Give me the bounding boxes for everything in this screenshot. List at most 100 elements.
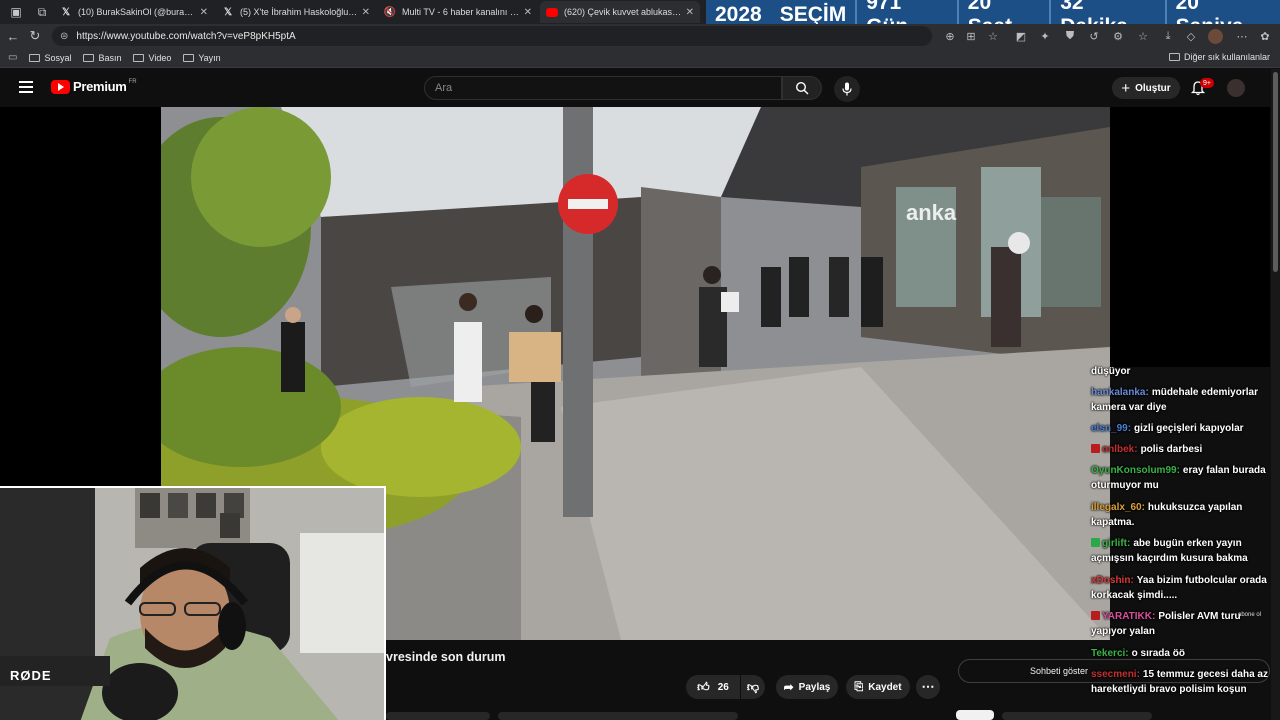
search-input[interactable]: Ara xyxy=(424,76,782,100)
bookmark-folder-video[interactable]: Video xyxy=(133,53,171,63)
chat-message: girlift: abe bugün erken yayın açmışsın k… xyxy=(1091,536,1271,566)
logo-text: Premium xyxy=(73,79,127,94)
tab-title: (10) BurakSakinOl (@buraktut_) / X xyxy=(78,7,196,17)
close-icon[interactable]: ✕ xyxy=(200,7,208,18)
security-icon[interactable]: ◇ xyxy=(1184,29,1198,43)
close-icon[interactable]: ✕ xyxy=(686,7,694,18)
subscriber-badge-icon xyxy=(1091,611,1100,620)
create-button[interactable]: + Oluştur xyxy=(1112,77,1180,99)
extension-icon[interactable]: ✦ xyxy=(1038,29,1052,43)
back-icon[interactable]: ← xyxy=(2,25,24,47)
browser-tab-3[interactable]: (620) Çevik kuvvet ablukasınd ✕ xyxy=(540,1,700,23)
save-label: Kaydet xyxy=(868,681,902,693)
speaker-muted-icon: 🔇 xyxy=(383,6,397,18)
bookmark-folder-basin[interactable]: Basın xyxy=(83,53,121,63)
bookmark-label: Yayın xyxy=(198,52,221,63)
folder-icon xyxy=(83,53,95,62)
browser-tab-1[interactable]: 𝕏 (5) X'te İbrahim Haskoloğlu: "CHP ✕ xyxy=(216,1,376,23)
browser-tab-0[interactable]: 𝕏 (10) BurakSakinOl (@buraktut_) / X ✕ xyxy=(54,1,214,23)
voice-search-button[interactable] xyxy=(834,76,860,102)
chip[interactable] xyxy=(386,712,490,720)
microphone-brand: RØDE xyxy=(10,668,52,683)
chat-username: illegalx_60: xyxy=(1091,502,1145,513)
star-icon[interactable]: ☆ xyxy=(986,29,1000,43)
more-menu-icon[interactable]: ⋯ xyxy=(1235,29,1249,43)
chat-message: onlbek: polis darbesi xyxy=(1091,442,1271,457)
profile-avatar[interactable] xyxy=(1208,29,1223,44)
url-text: https://www.youtube.com/watch?v=veP8pKH5… xyxy=(76,30,296,42)
folder-icon xyxy=(1168,53,1180,61)
subscribe-sticker: abone ol xyxy=(1238,612,1262,618)
bookmark-label: Diğer sık kullanılanlar xyxy=(1183,52,1270,62)
bookmarks-bar: ▭ Sosyal Basın Video Yayın Diğer sık kul… xyxy=(0,48,1280,68)
share-button[interactable]: ➦ Paylaş xyxy=(776,675,838,699)
chat-username: ssecmeni: xyxy=(1091,669,1140,680)
tab-title: Multi TV - 6 haber kanalını aynı xyxy=(402,7,520,17)
favorites-icon[interactable]: ☆ xyxy=(1136,29,1150,43)
close-icon[interactable]: ✕ xyxy=(524,7,532,18)
chat-message: Tekerci: o sırada öö xyxy=(1091,646,1271,661)
bookmark-folder-yayin[interactable]: Yayın xyxy=(183,52,221,63)
url-bar[interactable]: ⊜ https://www.youtube.com/watch?v=veP8pK… xyxy=(52,26,932,46)
browser-tab-2[interactable]: 🔇 Multi TV - 6 haber kanalını aynı ✕ xyxy=(378,1,538,23)
chip[interactable] xyxy=(498,712,738,720)
youtube-icon xyxy=(546,7,558,17)
puzzle-icon[interactable]: ⚙ xyxy=(1111,29,1125,43)
youtube-logo[interactable]: Premium FR xyxy=(51,79,137,94)
chat-message: illegalx_60: hukuksuzca yapılan kapatma. xyxy=(1091,500,1271,530)
more-horizontal-icon: ⋯ xyxy=(921,679,935,694)
scrollbar-thumb[interactable] xyxy=(1273,72,1278,272)
like-button[interactable]: 👍︎ 26 xyxy=(686,675,740,699)
save-button[interactable]: ⎘ Kaydet xyxy=(846,675,910,699)
subscriber-badge-icon xyxy=(1091,444,1100,453)
tab-switch-icon[interactable]: ▭ xyxy=(8,52,17,63)
share-label: Paylaş xyxy=(798,681,831,693)
search-button[interactable] xyxy=(782,76,822,100)
channel-watermark: anka xyxy=(906,200,957,225)
tab-title: (620) Çevik kuvvet ablukasınd xyxy=(564,7,682,17)
reload-icon[interactable]: ↻ xyxy=(24,25,46,47)
apps-icon[interactable]: ⊞ xyxy=(964,29,978,43)
shield-icon[interactable]: ⛊ xyxy=(1063,29,1077,43)
folder-icon xyxy=(183,53,195,62)
bookmark-folder-sosyal[interactable]: Sosyal xyxy=(29,53,71,63)
video-letterbox-right xyxy=(1110,107,1270,367)
x-logo-icon: 𝕏 xyxy=(223,6,233,18)
tab-title: (5) X'te İbrahim Haskoloğlu: "CHP xyxy=(240,7,358,17)
stream-chat-overlay: düşüyor hankalanka: müdehale edemiyorlar … xyxy=(1088,362,1278,720)
refresh-extension-icon[interactable]: ↺ xyxy=(1087,29,1101,43)
chip-selected[interactable] xyxy=(956,710,994,720)
subscriber-badge-icon xyxy=(1091,538,1100,547)
chat-username: hankalanka: xyxy=(1091,387,1149,398)
translate-icon[interactable]: ⊕ xyxy=(943,29,957,43)
youtube-play-icon xyxy=(51,79,70,94)
extension-icon[interactable]: ◩ xyxy=(1014,29,1028,43)
folder-icon xyxy=(29,53,41,62)
bookmark-icon: ⎘ xyxy=(854,680,864,693)
dislike-button[interactable]: 👎︎ xyxy=(741,675,765,699)
show-chat-label: Sohbeti göster xyxy=(1029,666,1089,676)
video-letterbox-left xyxy=(0,107,161,487)
chat-message: OyunKonsolum99: eray falan burada oturmuy… xyxy=(1091,463,1271,493)
menu-icon[interactable] xyxy=(19,81,33,93)
video-title: vresinde son durum xyxy=(386,650,506,664)
site-info-icon[interactable]: ⊜ xyxy=(60,31,68,42)
download-icon[interactable]: ⤓ xyxy=(1161,29,1175,43)
chat-username: Tekerci: xyxy=(1091,648,1129,659)
chat-text: düşüyor xyxy=(1091,366,1131,377)
copilot-icon[interactable]: ✿ xyxy=(1258,29,1272,43)
chat-username: YARATIKK: xyxy=(1102,611,1156,622)
microphone-icon xyxy=(842,82,852,96)
plus-icon: + xyxy=(1121,79,1131,97)
chat-message: xDoshin: Yaa bizim futbolcular orada kork… xyxy=(1091,573,1271,603)
chat-text: polis darbesi xyxy=(1140,444,1203,455)
more-actions-button[interactable]: ⋯ xyxy=(916,675,940,699)
workspaces-icon[interactable]: ▣ xyxy=(6,2,26,22)
bookmark-folder-other[interactable]: Diğer sık kullanılanlar xyxy=(1168,52,1270,62)
x-logo-icon: 𝕏 xyxy=(61,6,71,18)
close-icon[interactable]: ✕ xyxy=(362,7,370,18)
account-avatar[interactable] xyxy=(1227,79,1245,97)
folder-icon xyxy=(133,53,145,62)
tab-actions-icon[interactable]: ⧉ xyxy=(32,2,52,22)
bookmark-label: Sosyal xyxy=(44,52,72,63)
